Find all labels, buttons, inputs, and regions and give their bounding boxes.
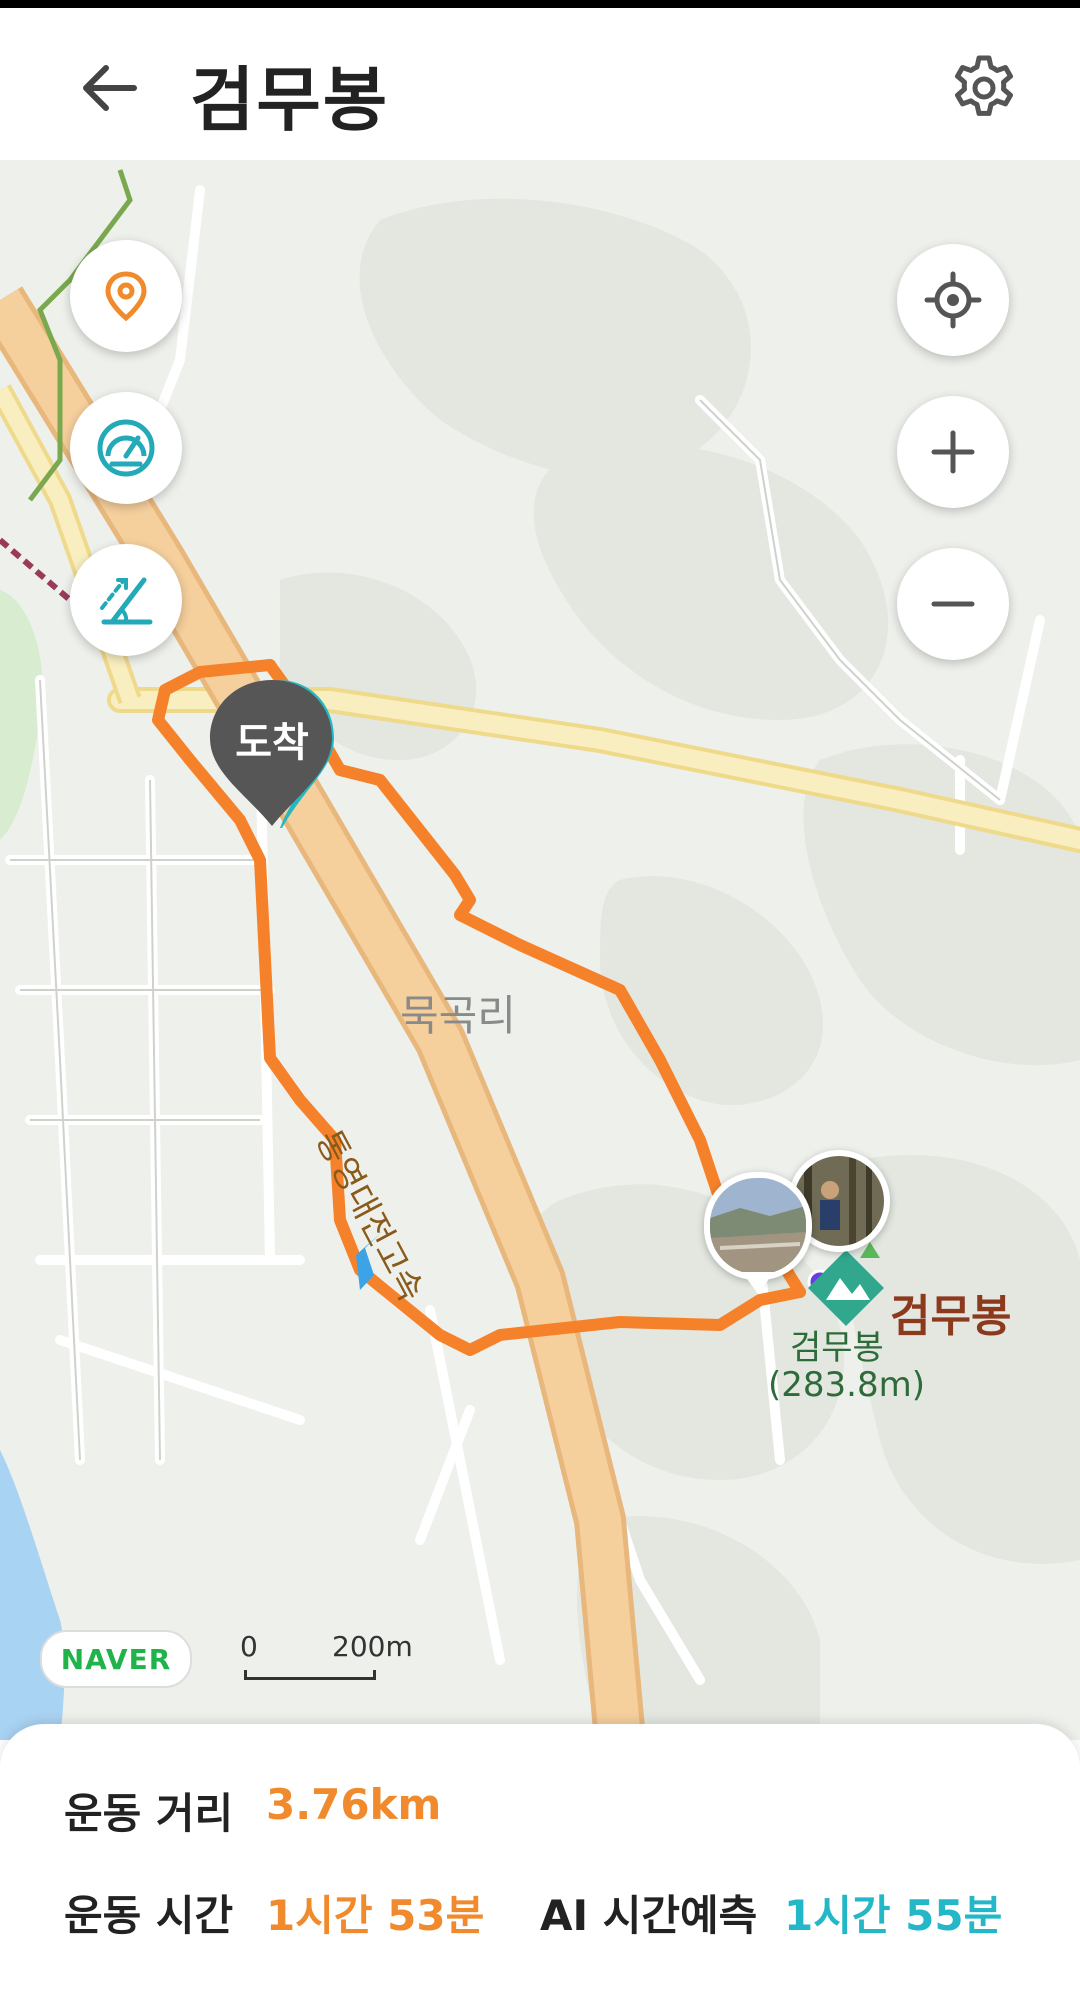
speed-button[interactable]	[70, 392, 182, 504]
scale-end: 200m	[332, 1630, 413, 1663]
locate-crosshair-icon	[924, 271, 982, 329]
landscape-photo-icon	[710, 1178, 806, 1274]
poi-button[interactable]	[70, 240, 182, 352]
photo-marker-tail	[742, 1272, 774, 1294]
peak-elevation-label: (283.8m)	[768, 1365, 925, 1405]
zoom-in-button[interactable]	[897, 396, 1009, 508]
distance-value: 3.76km	[266, 1780, 442, 1829]
gear-icon	[955, 55, 1013, 116]
header: 검무봉	[0, 8, 1080, 160]
ai-time-value: 1시간 55분	[784, 1891, 1003, 1940]
page-title: 검무봉	[190, 59, 390, 141]
back-button[interactable]	[70, 48, 150, 128]
stats-sheet: 운동 거리 3.76km 운동 시간 1시간 53분 AI 시간예측 1시간 5…	[0, 1724, 1080, 2000]
arrow-left-icon	[83, 65, 137, 111]
scale-start: 0	[240, 1630, 258, 1663]
map-scale: 0 200m	[240, 1630, 413, 1680]
speedometer-icon	[97, 419, 155, 477]
distance-label: 운동 거리	[64, 1789, 234, 1838]
peak-sub-label: 검무봉	[790, 1328, 884, 1368]
ruler-slope-icon	[100, 577, 153, 625]
map-pin-icon	[105, 271, 147, 322]
zoom-in-icon	[931, 430, 975, 474]
photo-marker[interactable]	[704, 1172, 812, 1280]
naver-logo[interactable]: NAVER	[40, 1630, 192, 1688]
settings-button[interactable]	[948, 52, 1020, 124]
zoom-out-button[interactable]	[897, 548, 1009, 660]
arrival-marker[interactable]: 도착	[206, 676, 338, 828]
arrival-label: 도착	[235, 720, 309, 766]
slope-button[interactable]	[70, 544, 182, 656]
zoom-out-icon	[931, 601, 975, 607]
map-canvas	[0, 169, 1080, 1740]
village-label: 묵곡리	[400, 991, 516, 1040]
peak-name-label: 검무봉	[890, 1291, 1012, 1342]
map-view[interactable]: 도착 묵곡리 통영대전고속 검무봉 검무봉 (283.8m)	[0, 160, 1080, 1740]
ai-time-label: AI 시간예측	[540, 1891, 758, 1940]
time-label: 운동 시간	[64, 1891, 234, 1940]
locate-button[interactable]	[897, 244, 1009, 356]
status-strip	[0, 0, 1080, 8]
time-value: 1시간 53분	[266, 1891, 485, 1940]
scale-bar	[244, 1670, 376, 1680]
